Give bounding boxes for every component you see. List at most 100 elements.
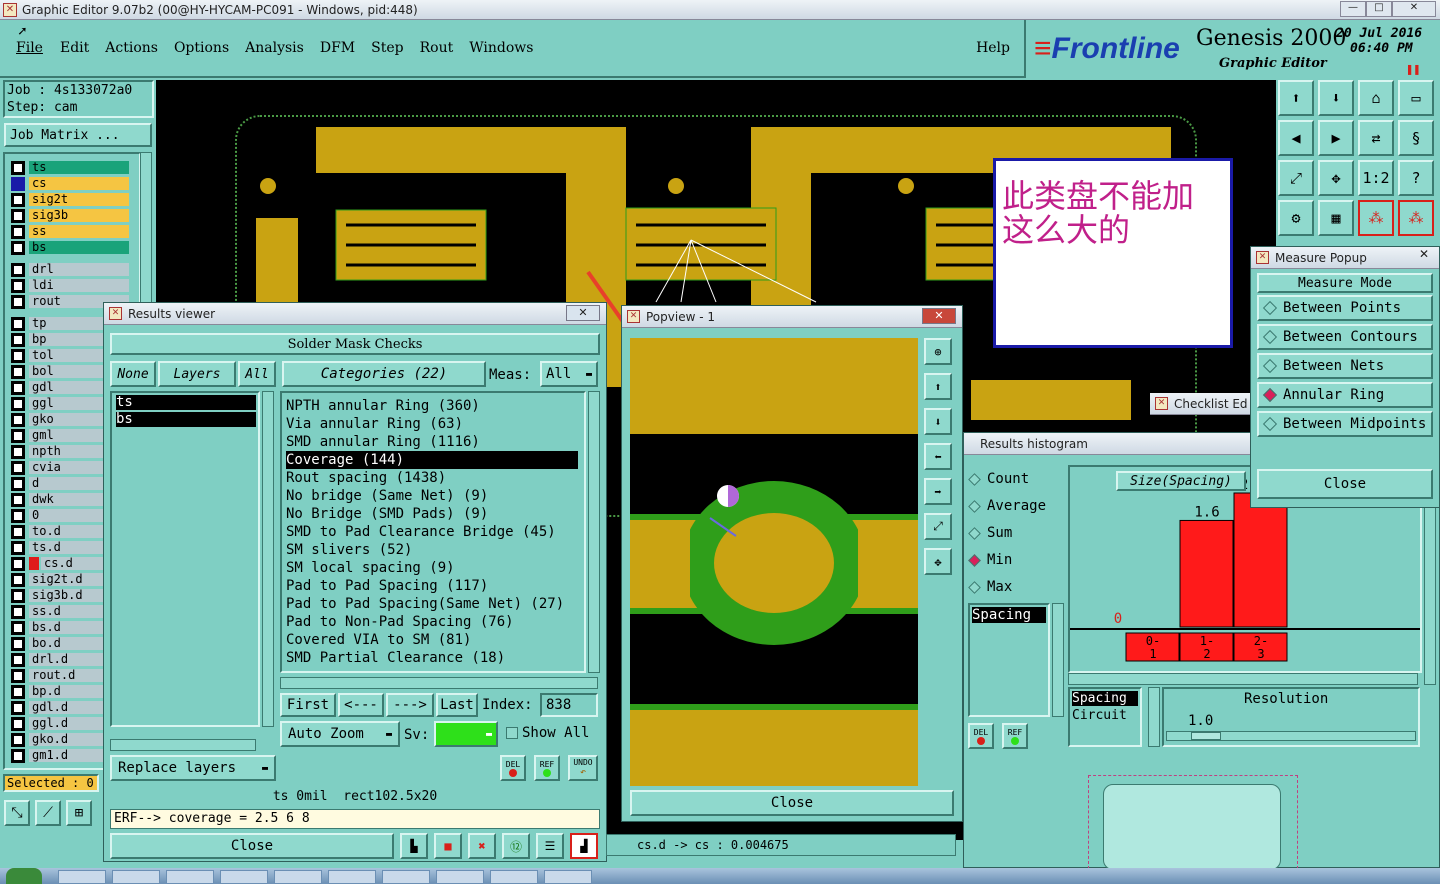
layer-checkbox[interactable] [11, 348, 25, 363]
layer-checkbox[interactable] [11, 524, 25, 539]
house-icon[interactable]: ⌂ [1358, 80, 1394, 116]
popview-left-icon[interactable]: ⬅ [924, 443, 952, 470]
measure-mode-item[interactable]: Between Nets [1257, 353, 1433, 379]
resolution-slider[interactable] [1166, 731, 1416, 741]
taskbar-item[interactable] [436, 870, 484, 884]
menu-rout[interactable]: Rout [420, 40, 454, 56]
layer-checkbox[interactable] [11, 460, 25, 475]
menu-options[interactable]: Options [174, 40, 229, 56]
layer-checkbox[interactable] [11, 700, 25, 715]
tool-grid-icon[interactable]: ⊞ [66, 800, 92, 826]
result-layer-bs[interactable]: bs [116, 412, 256, 427]
auto-zoom-select[interactable]: Auto Zoom ▬ [280, 721, 400, 747]
layer-checkbox[interactable] [11, 240, 25, 255]
layer-row[interactable]: ts [11, 160, 129, 175]
menu-edit[interactable]: Edit [60, 40, 89, 56]
arrow-right-icon[interactable]: ▶ [1318, 120, 1354, 156]
taskbar-item[interactable] [112, 870, 160, 884]
layer-checkbox[interactable] [11, 508, 25, 523]
menu-actions[interactable]: Actions [105, 40, 158, 56]
popview-zoom-in-icon[interactable]: ⊕ [924, 338, 952, 365]
swap-icon[interactable]: ⇄ [1358, 120, 1394, 156]
layer-checkbox[interactable] [11, 604, 25, 619]
layers-scrollbar[interactable] [262, 391, 274, 727]
histogram-option[interactable]: Max [968, 579, 1012, 595]
layer-checkbox[interactable] [11, 684, 25, 699]
popview-canvas[interactable] [630, 338, 918, 786]
show-all-checkbox[interactable] [506, 727, 518, 739]
popview-close-button[interactable]: Close [630, 790, 954, 816]
results-close-button[interactable]: Close [110, 833, 394, 859]
help-icon[interactable]: ? [1398, 160, 1434, 196]
layer-checkbox[interactable] [11, 380, 25, 395]
menu-windows[interactable]: Windows [469, 40, 533, 56]
layer-checkbox[interactable] [11, 476, 25, 491]
layer-checkbox[interactable] [11, 572, 25, 587]
category-item[interactable]: Rout spacing (1438) [286, 469, 446, 487]
measure-close-button[interactable]: Close [1257, 469, 1433, 499]
layer-row[interactable]: sig2t [11, 192, 129, 207]
fit-icon[interactable]: ⤢ [1278, 160, 1314, 196]
flow-icon[interactable]: § [1398, 120, 1434, 156]
menu-help[interactable]: Help [976, 40, 1010, 56]
layer-checkbox[interactable] [11, 652, 25, 667]
measure-mode-item[interactable]: Between Contours [1257, 324, 1433, 350]
download-icon[interactable]: ⬇ [1318, 80, 1354, 116]
menu-analysis[interactable]: Analysis [245, 40, 304, 56]
histogram-bar[interactable] [1179, 519, 1234, 628]
layer-row[interactable]: cs [11, 176, 129, 191]
taskbar-item[interactable] [220, 870, 268, 884]
category-item[interactable]: Pad to Pad Spacing (117) [286, 577, 488, 595]
categories-scrollbar[interactable] [588, 391, 600, 673]
histogram-option[interactable]: Sum [968, 525, 1012, 541]
layer-checkbox[interactable] [11, 748, 25, 763]
popview-down-icon[interactable]: ⬇ [924, 408, 952, 435]
layer-checkbox[interactable] [11, 492, 25, 507]
tool-measure-icon[interactable]: ⟋ [35, 800, 61, 826]
layer-row[interactable]: ldi [11, 278, 129, 293]
measure-mode-item[interactable]: Annular Ring [1257, 382, 1433, 408]
category-item[interactable]: SM slivers (52) [286, 541, 412, 559]
histogram-option[interactable]: Average [968, 498, 1046, 514]
tool-select-icon[interactable]: ⤡ [4, 800, 30, 826]
prev-button[interactable]: <--- [338, 693, 384, 717]
layer-row[interactable]: sig3b [11, 208, 129, 223]
layer-checkbox[interactable] [11, 620, 25, 635]
category-item[interactable]: Coverage (144) [286, 451, 578, 469]
layer-checkbox[interactable] [11, 716, 25, 731]
histogram-icon[interactable]: ▟ [570, 833, 598, 859]
taskbar-item[interactable] [544, 870, 592, 884]
spacing-box-scrollbar[interactable] [1148, 687, 1160, 747]
histogram-bar[interactable] [1233, 492, 1288, 628]
category-item[interactable]: SMD Partial Clearance (18) [286, 649, 505, 667]
number-icon[interactable]: ⑫ [502, 833, 530, 859]
last-button[interactable]: Last [436, 693, 478, 717]
layer-checkbox[interactable] [11, 224, 25, 239]
clear-icon[interactable]: ✖ [468, 833, 496, 859]
menu-step[interactable]: Step [371, 40, 403, 56]
meas-select[interactable]: All ▬ [540, 361, 598, 387]
category-item[interactable]: SM local spacing (9) [286, 559, 455, 577]
result-layer-ts[interactable]: ts [116, 395, 256, 410]
histogram-option[interactable]: Count [968, 471, 1029, 487]
histogram-list-scrollbar[interactable] [1052, 603, 1064, 717]
none-button[interactable]: None [110, 361, 156, 387]
layer-checkbox[interactable] [11, 556, 25, 571]
measure-mode-item[interactable]: Between Midpoints [1257, 411, 1433, 437]
first-button[interactable]: First [280, 693, 336, 717]
popview-up-icon[interactable]: ⬆ [924, 373, 952, 400]
menu-file[interactable]: File [16, 40, 43, 56]
layer-checkbox[interactable] [11, 192, 25, 207]
category-item[interactable]: No bridge (Same Net) (9) [286, 487, 488, 505]
popview-center-icon[interactable]: ✥ [924, 548, 952, 575]
drc-icon[interactable]: ⁂ [1358, 200, 1394, 236]
index-input[interactable]: 838 [540, 693, 598, 717]
layer-checkbox[interactable] [11, 668, 25, 683]
popview-fit-icon[interactable]: ⤢ [924, 513, 952, 540]
sv-color-select[interactable]: ▬ [434, 721, 498, 747]
replace-layers-select[interactable]: Replace layers ▬ [110, 755, 276, 781]
taskbar-item[interactable] [490, 870, 538, 884]
close-measure-popup-button[interactable]: ✕ [1419, 247, 1429, 261]
layer-checkbox[interactable] [11, 262, 25, 277]
layers-hscroll[interactable] [110, 739, 256, 751]
